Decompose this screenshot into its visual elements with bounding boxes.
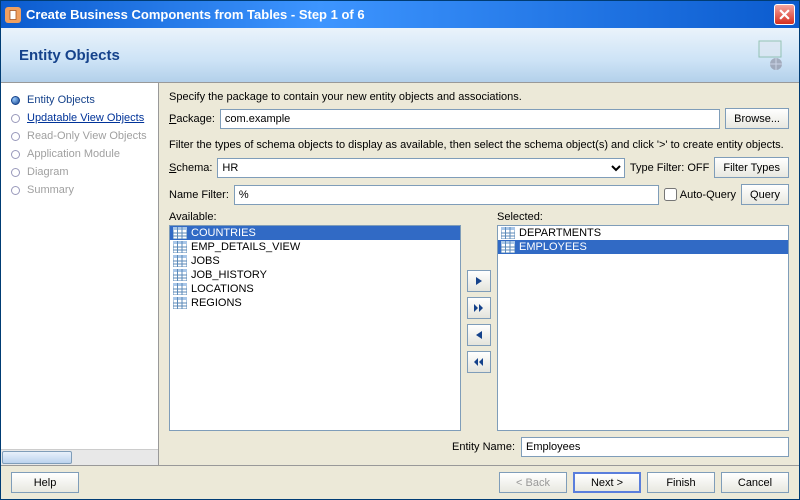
auto-query-checkbox[interactable]: Auto-Query — [664, 188, 736, 201]
list-item[interactable]: REGIONS — [170, 296, 460, 310]
entity-name-row: Entity Name: — [169, 437, 789, 457]
table-icon — [173, 227, 187, 239]
list-item-label: COUNTRIES — [191, 227, 256, 239]
app-icon — [5, 7, 21, 23]
back-button[interactable]: < Back — [499, 472, 567, 493]
wizard-step-0: Entity Objects — [1, 91, 158, 109]
wizard-main: Specify the package to contain your new … — [159, 83, 799, 465]
step-dot-icon — [11, 96, 20, 105]
name-filter-row: Name Filter: Auto-Query Query — [169, 184, 789, 205]
package-input[interactable] — [220, 109, 720, 129]
list-item[interactable]: JOB_HISTORY — [170, 268, 460, 282]
schema-label: Schema: — [169, 162, 212, 174]
step-label: Application Module — [27, 148, 120, 160]
wizard-step-1[interactable]: Updatable View Objects — [1, 109, 158, 127]
step-label: Summary — [27, 184, 74, 196]
step-dot-icon — [11, 168, 20, 177]
schema-select[interactable]: HR — [217, 158, 624, 178]
help-button[interactable]: Help — [11, 472, 79, 493]
package-label: Package: — [169, 113, 215, 125]
next-button[interactable]: Next > — [573, 472, 641, 493]
header-decor-icon — [729, 36, 789, 76]
wizard-step-2: Read-Only View Objects — [1, 127, 158, 145]
wizard-body: Entity Objects Updatable View Objects Read… — [1, 83, 799, 465]
wizard-step-5: Summary — [1, 181, 158, 199]
list-item-label: DEPARTMENTS — [519, 227, 601, 239]
window-title: Create Business Components from Tables -… — [26, 7, 774, 22]
move-all-left-button[interactable] — [467, 351, 491, 373]
wizard-step-3: Application Module — [1, 145, 158, 163]
wizard-header: Entity Objects — [1, 28, 799, 83]
name-filter-input[interactable] — [234, 185, 659, 205]
list-item-label: JOB_HISTORY — [191, 269, 267, 281]
selected-column: Selected: DEPARTMENTS EMPLOYEES — [497, 211, 789, 431]
available-column: Available: COUNTRIES EMP_DETAILS_VIEW JOBS… — [169, 211, 461, 431]
list-item[interactable]: EMP_DETAILS_VIEW — [170, 240, 460, 254]
selected-label: Selected: — [497, 211, 789, 223]
selected-list[interactable]: DEPARTMENTS EMPLOYEES — [497, 225, 789, 431]
available-label: Available: — [169, 211, 461, 223]
list-item-label: REGIONS — [191, 297, 242, 309]
close-button[interactable] — [774, 4, 795, 25]
list-item-label: EMP_DETAILS_VIEW — [191, 241, 300, 253]
cancel-button[interactable]: Cancel — [721, 472, 789, 493]
wizard-footer: Help < Back Next > Finish Cancel — [1, 465, 799, 499]
list-item-label: EMPLOYEES — [519, 241, 587, 253]
entity-name-input[interactable] — [521, 437, 789, 457]
table-icon — [501, 241, 515, 253]
table-icon — [173, 269, 187, 281]
step-dot-icon — [11, 186, 20, 195]
query-button[interactable]: Query — [741, 184, 789, 205]
schema-row: Schema: HR Type Filter: OFF Filter Types — [169, 157, 789, 178]
step-dot-icon — [11, 114, 20, 123]
move-right-button[interactable] — [467, 270, 491, 292]
package-desc: Specify the package to contain your new … — [169, 91, 789, 103]
filter-desc: Filter the types of schema objects to di… — [169, 139, 789, 151]
page-title: Entity Objects — [19, 47, 120, 64]
list-item[interactable]: COUNTRIES — [170, 226, 460, 240]
available-list[interactable]: COUNTRIES EMP_DETAILS_VIEW JOBS JOB_HISTORY… — [169, 225, 461, 431]
move-left-button[interactable] — [467, 324, 491, 346]
step-label: Entity Objects — [27, 94, 95, 106]
wizard-window: Create Business Components from Tables -… — [0, 0, 800, 500]
table-icon — [173, 255, 187, 267]
list-item[interactable]: EMPLOYEES — [498, 240, 788, 254]
list-item[interactable]: LOCATIONS — [170, 282, 460, 296]
sidebar-scrollbar[interactable] — [1, 449, 158, 465]
shuttle-pane: Available: COUNTRIES EMP_DETAILS_VIEW JOBS… — [169, 211, 789, 431]
table-icon — [173, 241, 187, 253]
step-label: Updatable View Objects — [27, 112, 144, 124]
package-row: Package: Browse... — [169, 108, 789, 129]
list-item-label: LOCATIONS — [191, 283, 254, 295]
type-filter-label: Type Filter: OFF — [630, 162, 709, 174]
finish-button[interactable]: Finish — [647, 472, 715, 493]
shuttle-buttons — [467, 211, 491, 431]
step-label: Diagram — [27, 166, 69, 178]
browse-button[interactable]: Browse... — [725, 108, 789, 129]
list-item[interactable]: DEPARTMENTS — [498, 226, 788, 240]
step-label: Read-Only View Objects — [27, 130, 147, 142]
name-filter-label: Name Filter: — [169, 189, 229, 201]
table-icon — [501, 227, 515, 239]
entity-name-label: Entity Name: — [452, 441, 515, 453]
table-icon — [173, 283, 187, 295]
wizard-steps-sidebar: Entity Objects Updatable View Objects Read… — [1, 83, 159, 465]
titlebar: Create Business Components from Tables -… — [1, 1, 799, 28]
wizard-step-4: Diagram — [1, 163, 158, 181]
move-all-right-button[interactable] — [467, 297, 491, 319]
step-dot-icon — [11, 132, 20, 141]
step-dot-icon — [11, 150, 20, 159]
list-item[interactable]: JOBS — [170, 254, 460, 268]
list-item-label: JOBS — [191, 255, 220, 267]
table-icon — [173, 297, 187, 309]
filter-types-button[interactable]: Filter Types — [714, 157, 789, 178]
